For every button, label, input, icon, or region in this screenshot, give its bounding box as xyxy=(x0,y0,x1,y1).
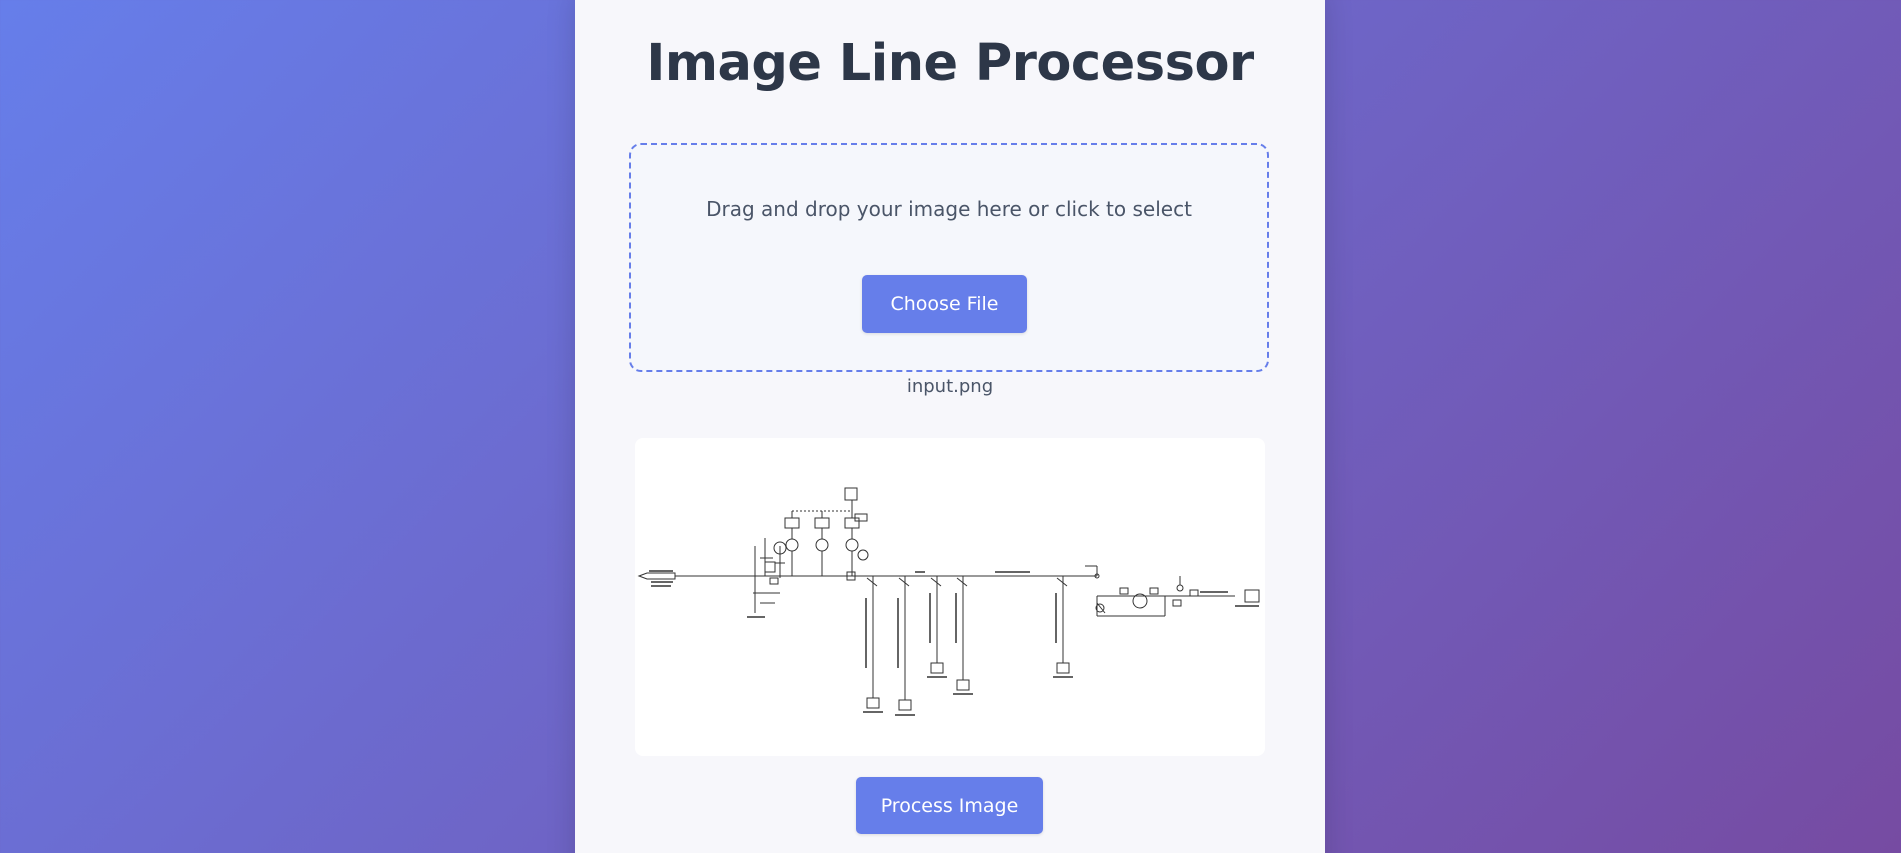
page-title: Image Line Processor xyxy=(646,34,1254,93)
main-card: Image Line Processor Drag and drop your … xyxy=(575,0,1325,853)
image-preview xyxy=(635,438,1265,756)
selected-file-name: input.png xyxy=(906,376,994,397)
piping-diagram-image xyxy=(637,487,1260,716)
process-image-button[interactable]: Process Image xyxy=(856,777,1043,834)
choose-file-button[interactable]: Choose File xyxy=(862,275,1027,333)
file-dropzone[interactable]: Drag and drop your image here or click t… xyxy=(629,143,1269,372)
dropzone-instructions: Drag and drop your image here or click t… xyxy=(706,197,1192,221)
